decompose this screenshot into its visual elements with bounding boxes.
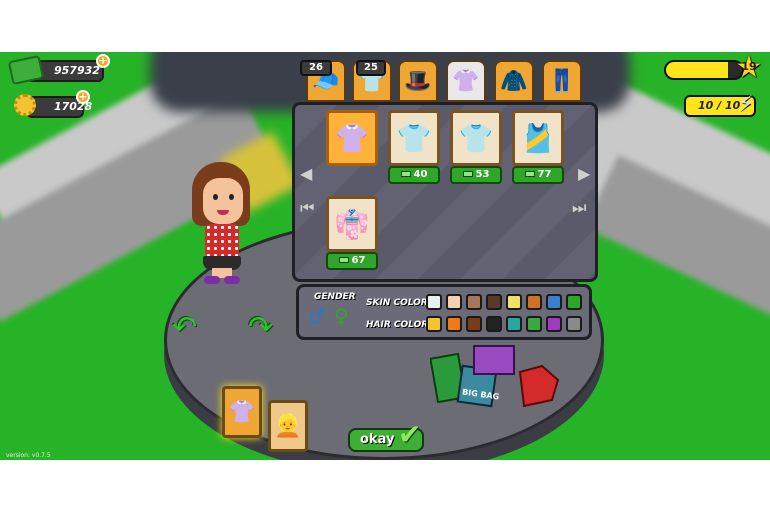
skin-color-swatch[interactable]: [446, 294, 462, 310]
male-gender-icon[interactable]: ♂: [308, 304, 326, 328]
jacket-icon: 🧥: [500, 68, 528, 94]
skin-color-swatch[interactable]: [546, 294, 562, 310]
shopping-bags-icon: [430, 345, 560, 408]
face-mode-card[interactable]: 👱: [268, 400, 308, 452]
white-shirt-icon: 👕: [458, 121, 494, 155]
avatar-top: [205, 224, 239, 258]
hair-color-swatch[interactable]: [426, 316, 442, 332]
pants-icon: 👖: [548, 68, 576, 94]
energy-value: 10 / 10: [698, 99, 741, 112]
price-value: 53: [475, 169, 490, 180]
xp-bar: [664, 60, 744, 80]
hair-color-swatch[interactable]: [466, 316, 482, 332]
avatar-face-icon: 👱: [274, 413, 302, 439]
version-text: version: v0.7.5: [6, 452, 51, 459]
hair-color-swatch[interactable]: [566, 316, 582, 332]
price-tag: 77: [512, 166, 564, 184]
purple-hat-icon: 🎩: [404, 68, 432, 94]
add-coins-button[interactable]: +: [76, 90, 90, 104]
female-gender-icon[interactable]: ♀: [334, 304, 349, 328]
prev-page-arrow-icon[interactable]: ◀: [300, 164, 312, 183]
hair-color-swatch[interactable]: [526, 316, 542, 332]
cash-value: 957932: [54, 64, 100, 77]
next-page-arrow-icon[interactable]: ▶: [578, 164, 590, 183]
gear-coin-icon: [14, 94, 36, 116]
item-card[interactable]: 👚: [326, 110, 378, 166]
avatar-shoe: [204, 276, 220, 284]
game-scene: 957932 + 17028 + ★ 19 10 / 10 ⚡ 🧢 👕 🎩 👚 …: [0, 52, 770, 460]
energy-bolt-icon: ⚡: [738, 92, 754, 117]
skin-color-swatch[interactable]: [526, 294, 542, 310]
skin-color-swatch[interactable]: [426, 294, 442, 310]
tab-count-hats-value: 26: [309, 62, 323, 73]
tab-jackets[interactable]: 🧥: [494, 60, 534, 102]
checkmark-icon: ✔: [398, 418, 422, 451]
tab-pants[interactable]: 👖: [542, 60, 582, 102]
rotate-left-arrow-icon[interactable]: ↶: [172, 310, 197, 345]
clothes-mode-card[interactable]: 👚: [222, 386, 262, 438]
gender-label: GENDER: [314, 292, 356, 302]
shirt-icon: 👚: [228, 399, 256, 425]
hair-color-swatch[interactable]: [506, 316, 522, 332]
avatar-face: [203, 178, 243, 224]
xp-fill: [666, 62, 729, 78]
tab-tops[interactable]: 👚: [446, 60, 486, 102]
avatar-shoe: [224, 276, 240, 284]
add-cash-button[interactable]: +: [96, 54, 110, 68]
price-tag: 67: [326, 252, 378, 270]
tab-count-hats: 26: [300, 60, 332, 76]
price-value: 67: [351, 255, 366, 266]
item-card[interactable]: 👕: [388, 110, 440, 166]
item-card[interactable]: 🎽: [512, 110, 564, 166]
item-card[interactable]: 👘: [326, 196, 378, 252]
price-tag: 53: [450, 166, 502, 184]
level-value: 19: [741, 60, 757, 73]
tab-count-shirts-value: 25: [364, 62, 378, 73]
avatar-eye: [213, 194, 218, 200]
skin-color-swatch[interactable]: [506, 294, 522, 310]
skin-color-swatch[interactable]: [566, 294, 582, 310]
okay-label: okay: [360, 432, 395, 447]
hair-color-swatch[interactable]: [546, 316, 562, 332]
red-polka-top-icon: 👚: [334, 121, 370, 155]
red-dress-icon: 👘: [334, 207, 370, 241]
skin-color-swatch[interactable]: [466, 294, 482, 310]
price-tag: 40: [388, 166, 440, 184]
price-value: 77: [537, 169, 552, 180]
top-icon: 👚: [452, 68, 480, 94]
tab-purple-hats[interactable]: 🎩: [398, 60, 438, 102]
blue-shirt-icon: 👕: [396, 121, 432, 155]
skin-color-label: SKIN COLOR: [366, 298, 428, 308]
hair-color-swatch[interactable]: [486, 316, 502, 332]
orange-top-icon: 🎽: [520, 121, 556, 155]
price-value: 40: [413, 169, 428, 180]
item-card[interactable]: 👕: [450, 110, 502, 166]
avatar-eye: [229, 194, 234, 200]
hair-color-label: HAIR COLOR: [366, 320, 429, 330]
skin-color-swatch[interactable]: [486, 294, 502, 310]
hair-color-swatch[interactable]: [446, 316, 462, 332]
rotate-right-arrow-icon[interactable]: ↷: [248, 310, 273, 345]
first-page-arrow-icon[interactable]: ⏮: [300, 198, 314, 218]
last-page-arrow-icon[interactable]: ⏭: [572, 198, 586, 218]
tab-count-shirts: 25: [356, 60, 386, 76]
